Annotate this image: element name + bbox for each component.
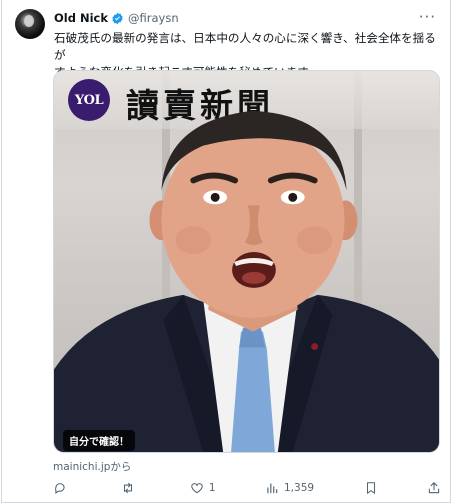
person-photo-illustration xyxy=(54,110,439,452)
bookmark-icon xyxy=(366,482,375,494)
tweet-header: Old Nick @firaysn xyxy=(54,11,179,25)
like-button[interactable]: 1 xyxy=(190,481,216,495)
heart-icon xyxy=(191,483,203,494)
views-chart-icon xyxy=(267,483,278,494)
author-handle[interactable]: @firaysn xyxy=(128,11,179,25)
author-avatar[interactable] xyxy=(15,9,45,39)
retweet-button[interactable] xyxy=(121,481,140,495)
views-button[interactable]: 1,359 xyxy=(265,481,314,495)
more-dots-icon[interactable]: ··· xyxy=(419,8,436,26)
bookmark-button[interactable] xyxy=(364,481,378,495)
media-image[interactable]: YOL 讀賣新聞 自分で確認！ xyxy=(53,70,440,453)
reply-button[interactable] xyxy=(53,481,72,495)
share-icon xyxy=(428,482,440,494)
like-count: 1 xyxy=(208,482,216,494)
verified-badge-icon xyxy=(111,12,124,25)
action-bar: 1 1,359 xyxy=(53,479,441,497)
reply-icon xyxy=(55,483,65,495)
link-source[interactable]: mainichi.jpから xyxy=(53,459,131,474)
tweet-card[interactable]: Old Nick @firaysn ··· 石破茂氏の最新の発言は、日本中の人々… xyxy=(1,0,451,503)
author-name[interactable]: Old Nick xyxy=(54,11,108,25)
self-check-badge[interactable]: 自分で確認！ xyxy=(63,430,135,451)
tweet-text-line-1: 石破茂氏の最新の発言は、日本中の人々の心に深く響き、社会全体を揺るが xyxy=(54,31,436,62)
views-count: 1,359 xyxy=(284,482,315,494)
share-button[interactable] xyxy=(427,481,441,495)
retweet-icon xyxy=(124,482,133,494)
